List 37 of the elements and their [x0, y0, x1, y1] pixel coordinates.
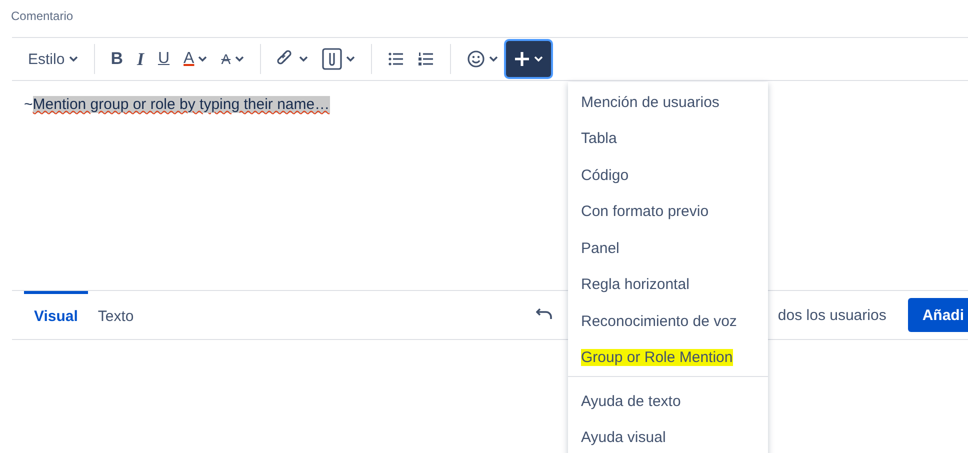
menu-item[interactable]: Tabla: [581, 130, 617, 148]
menu-item[interactable]: Ayuda de texto: [581, 392, 681, 410]
menu-item[interactable]: Panel: [581, 240, 620, 257]
editor-tab[interactable]: Visual: [24, 291, 88, 339]
insert-button[interactable]: [506, 41, 551, 77]
field-label: Comentario: [11, 9, 74, 23]
menu-item[interactable]: Group or Role Mention: [581, 349, 733, 366]
editor-tab[interactable]: Texto: [88, 291, 144, 339]
menu-item[interactable]: Con formato previo: [581, 203, 709, 220]
menu-item[interactable]: Reconocimiento de voz: [581, 312, 737, 330]
editor-text: ~: [24, 96, 33, 113]
style-dropdown[interactable]: Estilo: [22, 42, 84, 76]
italic-button[interactable]: I: [130, 42, 150, 76]
plus-icon: [514, 51, 530, 67]
caret-icon: [534, 56, 543, 62]
underline-button[interactable]: U: [152, 42, 176, 76]
bold-button[interactable]: B: [104, 42, 129, 76]
menu-item[interactable]: Ayuda visual: [581, 429, 666, 446]
caret-icon: [346, 56, 355, 62]
caret-icon: [68, 56, 78, 62]
menu-item[interactable]: Código: [581, 166, 629, 184]
caret-icon: [298, 56, 308, 62]
color-button[interactable]: A: [178, 42, 214, 76]
numbered-list-icon: [418, 52, 434, 66]
add-button[interactable]: Añadi: [908, 298, 968, 332]
caret-icon: [234, 56, 244, 62]
smiley-icon: [466, 50, 485, 68]
caret-icon: [198, 56, 208, 62]
visibility-text: dos los usuarios: [778, 306, 886, 324]
menu-item[interactable]: Regla horizontal: [581, 276, 690, 294]
selected-text: Mention group or role by typing their name…: [32, 96, 330, 113]
more-format-button[interactable]: A: [215, 42, 250, 76]
undo-icon: [536, 308, 552, 320]
paperclip-icon: [322, 48, 342, 70]
caret-icon: [488, 56, 498, 62]
bullet-list-icon: [388, 52, 404, 66]
menu-item[interactable]: Mención de usuarios: [581, 94, 720, 111]
